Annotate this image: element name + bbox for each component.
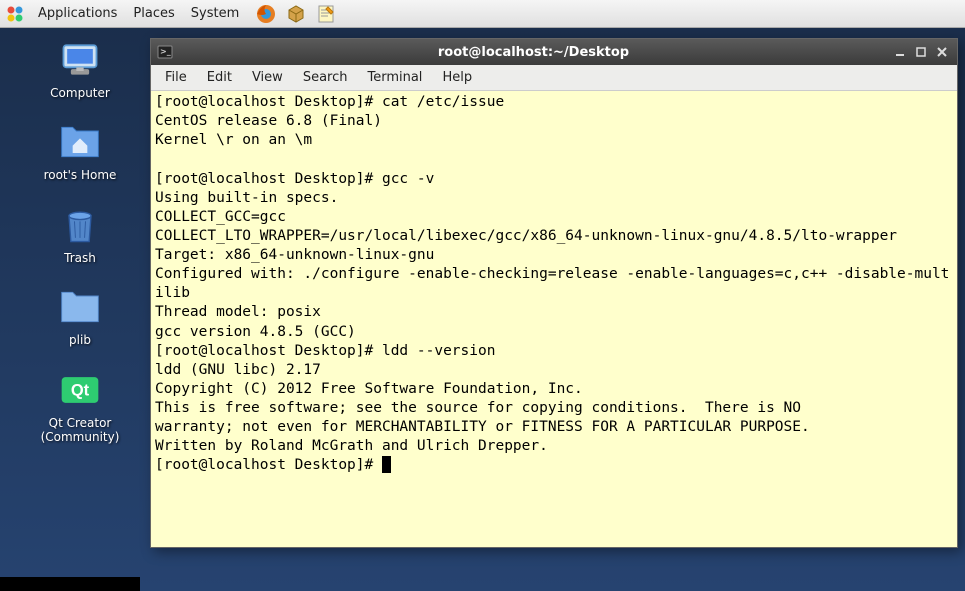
menu-file[interactable]: File [155,66,197,89]
window-title: root@localhost:~/Desktop [179,45,888,60]
folder-icon[interactable]: plib [56,283,104,347]
menu-help[interactable]: Help [432,66,482,89]
computer-icon[interactable]: Computer [50,36,110,100]
menubar: File Edit View Search Terminal Help [151,65,957,91]
taskbar[interactable] [0,577,140,591]
desktop-icons: Computer root's Home Trash plib Qt Qt Cr… [30,36,130,444]
terminal-icon: >_ [157,44,173,60]
applications-menu[interactable]: Applications [30,2,125,25]
svg-text:Qt: Qt [71,381,90,399]
terminal-window: >_ root@localhost:~/Desktop File Edit Vi… [150,38,958,548]
top-panel: Applications Places System [0,0,965,28]
desktop-icon-label: plib [69,333,91,347]
titlebar[interactable]: >_ root@localhost:~/Desktop [151,39,957,65]
notepad-icon[interactable] [315,3,337,25]
home-folder-icon[interactable]: root's Home [44,118,117,182]
gnome-menu-icon[interactable] [4,3,26,25]
close-button[interactable] [933,44,951,60]
desktop-icon-label: root's Home [44,168,117,182]
panel-tray [255,3,337,25]
trash-icon[interactable]: Trash [56,201,104,265]
menu-edit[interactable]: Edit [197,66,242,89]
menu-view[interactable]: View [242,66,293,89]
qt-creator-icon[interactable]: Qt Qt Creator (Community) [41,366,120,445]
svg-text:>_: >_ [160,47,171,56]
maximize-button[interactable] [912,44,930,60]
firefox-icon[interactable] [255,3,277,25]
package-icon[interactable] [285,3,307,25]
desktop-icon-label: Trash [64,251,96,265]
menu-search[interactable]: Search [293,66,358,89]
system-menu[interactable]: System [183,2,247,25]
terminal-output[interactable]: [root@localhost Desktop]# cat /etc/issue… [151,91,957,547]
places-menu[interactable]: Places [125,2,182,25]
desktop-icon-label: Qt Creator (Community) [41,416,120,445]
cursor [382,456,391,473]
desktop-icon-label: Computer [50,86,110,100]
minimize-button[interactable] [891,44,909,60]
menu-terminal[interactable]: Terminal [357,66,432,89]
